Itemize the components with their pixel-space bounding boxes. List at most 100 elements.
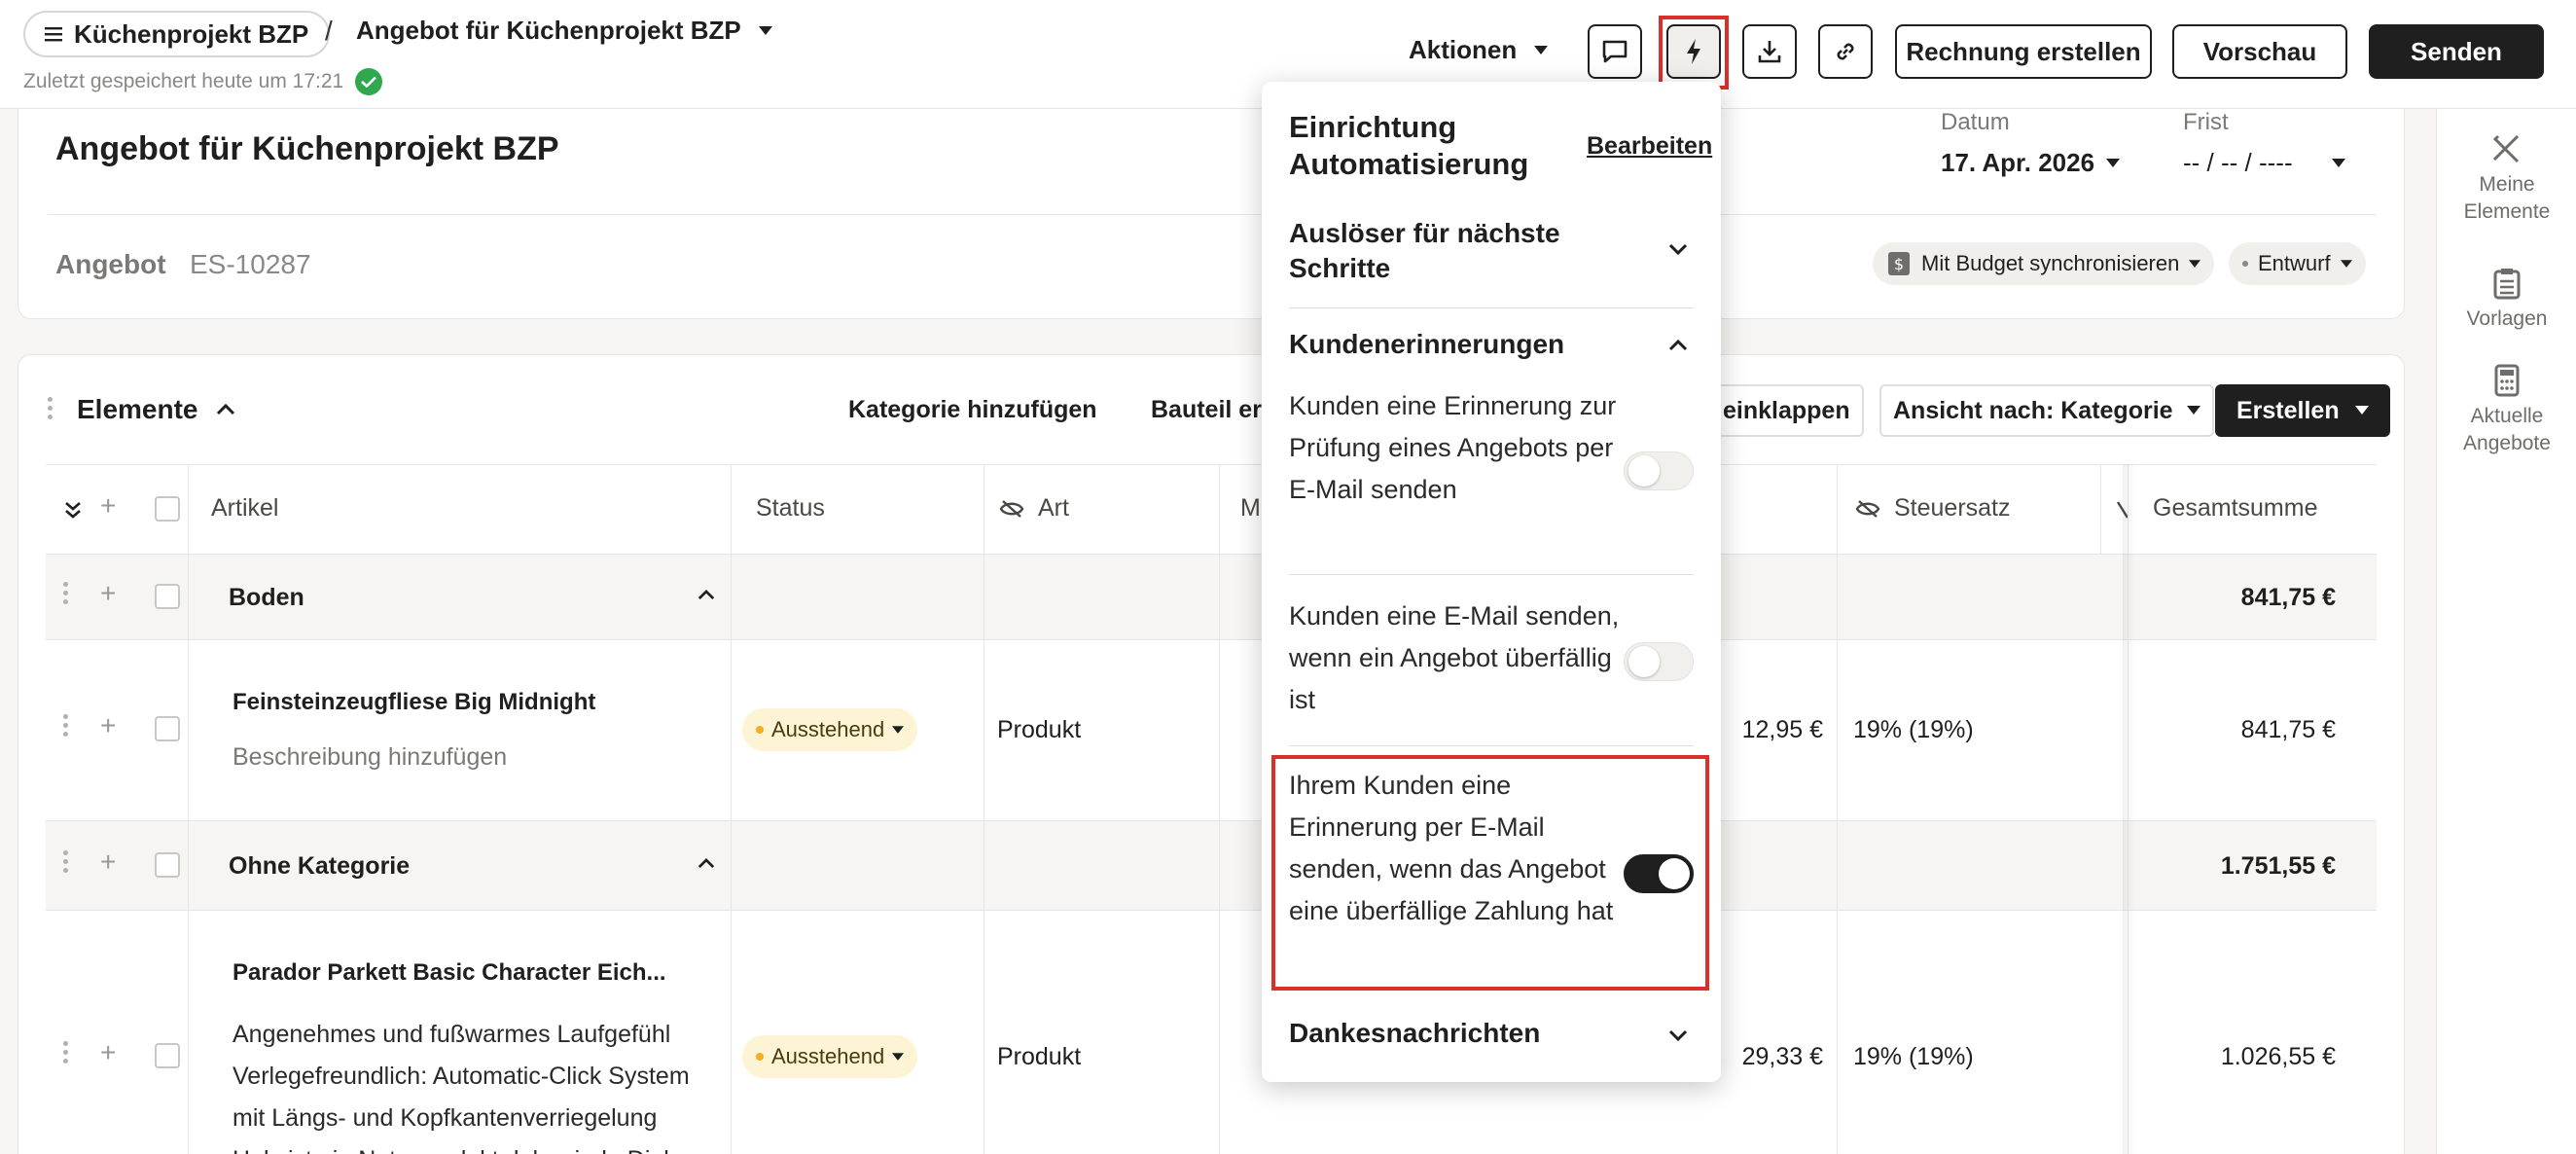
ruler-pencil-icon <box>2492 134 2520 163</box>
row-checkbox[interactable] <box>155 716 180 741</box>
col-divider <box>188 640 189 820</box>
item-total: 1.026,55 € <box>2220 1043 2336 1070</box>
row-checkbox[interactable] <box>155 1043 180 1068</box>
table-row[interactable]: + Feinsteinzeugfliese Big Midnight Besch… <box>46 639 2377 820</box>
col-divider <box>1219 911 1220 1154</box>
item-type: Produkt <box>997 716 1082 743</box>
chevron-down-icon[interactable] <box>1668 1029 1688 1041</box>
send-button[interactable]: Senden <box>2369 24 2544 79</box>
calculator-icon <box>2494 364 2520 397</box>
caret-down-icon <box>2340 259 2352 268</box>
col-divider <box>188 555 189 639</box>
drag-handle-icon[interactable] <box>63 1041 77 1067</box>
drag-handle-icon[interactable] <box>63 850 77 877</box>
caret-down-icon <box>2186 406 2200 415</box>
section-thanks[interactable]: Dankesnachrichten <box>1289 1016 1649 1051</box>
status-badge[interactable]: Ausstehend <box>742 1035 918 1078</box>
col-divider <box>1837 911 1838 1154</box>
reminder-review-label: Kunden eine Erinnerung zur Prüfung eines… <box>1289 391 1617 504</box>
comment-icon <box>1602 40 1628 63</box>
item-name[interactable]: Parador Parkett Basic Character Eich... <box>233 959 666 987</box>
divider <box>48 214 2377 215</box>
status-dot <box>2242 261 2248 267</box>
document-type: Angebot <box>55 249 166 279</box>
col-divider <box>731 911 732 1154</box>
category-row[interactable]: + Boden 841,75 € <box>46 554 2377 639</box>
section-reminders[interactable]: Kundenerinnerungen <box>1289 327 1649 362</box>
document-number: ES-10287 <box>190 249 311 279</box>
section-triggers[interactable]: Auslöser für nächste Schritte <box>1289 216 1649 286</box>
drag-handle-icon[interactable] <box>63 714 77 740</box>
due-value: -- / -- / ---- <box>2183 148 2345 178</box>
budget-sync-dropdown[interactable]: $ Mit Budget synchronisieren <box>1873 242 2215 285</box>
create-invoice-button[interactable]: Rechnung erstellen <box>1895 24 2152 79</box>
status-dropdown[interactable]: Entwurf <box>2229 242 2366 285</box>
view-by-dropdown[interactable]: Ansicht nach: Kategorie <box>1879 384 2214 437</box>
project-name: Küchenprojekt BZP <box>74 18 309 49</box>
rail-templates[interactable]: Vorlagen <box>2437 267 2576 333</box>
caret-down-icon <box>2354 406 2369 415</box>
category-name: Ohne Kategorie <box>229 852 411 880</box>
item-name[interactable]: Feinsteinzeugfliese Big Midnight <box>233 689 595 716</box>
add-part-button[interactable]: Bauteil ers <box>1151 396 1275 424</box>
add-row-icon[interactable]: + <box>100 710 116 741</box>
chevron-up-icon <box>216 404 234 415</box>
preview-button[interactable]: Vorschau <box>2172 24 2347 79</box>
reminder-overdue-toggle[interactable] <box>1624 642 1694 681</box>
item-type: Produkt <box>997 1043 1082 1070</box>
add-row-icon[interactable]: + <box>100 578 116 609</box>
table-row[interactable]: + Parador Parkett Basic Character Eich..… <box>46 910 2377 1154</box>
col-divider <box>1837 555 1838 639</box>
copy-link-button[interactable] <box>1818 24 1873 79</box>
collapse-button[interactable]: einklappen <box>1711 384 1864 437</box>
drag-handle-icon[interactable] <box>63 582 77 608</box>
add-row-icon[interactable]: + <box>100 847 116 878</box>
edit-link[interactable]: Bearbeiten <box>1587 132 1712 161</box>
project-breadcrumb[interactable]: Küchenprojekt BZP <box>23 11 331 57</box>
status-dot <box>756 726 764 734</box>
item-description[interactable]: Beschreibung hinzufügen <box>233 743 507 772</box>
divider <box>1289 574 1694 575</box>
category-name: Boden <box>229 584 304 611</box>
col-divider <box>731 465 732 554</box>
reminder-review-toggle[interactable] <box>1624 451 1694 490</box>
row-checkbox[interactable] <box>155 852 180 878</box>
download-button[interactable] <box>1742 24 1797 79</box>
date-label: Datum <box>1941 109 2010 135</box>
category-row[interactable]: + Ohne Kategorie 1.751,55 € <box>46 820 2377 910</box>
chevron-down-icon[interactable] <box>1668 243 1688 255</box>
document-header-card: Angebot für Küchenprojekt BZP Datum 17. … <box>18 109 2405 319</box>
item-tax: 19% (19%) <box>1853 716 1974 743</box>
col-divider <box>1837 821 1838 910</box>
col-divider <box>1837 465 1838 554</box>
rail-recent-quotes[interactable]: Aktuelle Angebote <box>2437 364 2576 457</box>
chevron-up-icon[interactable] <box>1668 340 1688 351</box>
rail-my-elements[interactable]: Meine Elemente <box>2437 132 2576 226</box>
reminder-overdue-label: Kunden eine E-Mail senden, wenn ein Ange… <box>1289 601 1620 714</box>
document-title-dropdown[interactable]: Angebot für Küchenprojekt BZP <box>356 16 772 46</box>
expand-all-icon[interactable] <box>63 500 83 520</box>
status-badge[interactable]: Ausstehend <box>742 708 918 751</box>
actions-menu[interactable]: Aktionen <box>1409 35 1549 65</box>
select-all-checkbox[interactable] <box>155 496 180 522</box>
link-icon <box>1837 43 1854 60</box>
chevron-up-icon[interactable] <box>698 858 715 869</box>
row-checkbox[interactable] <box>155 584 180 609</box>
eye-off-icon <box>999 499 1024 518</box>
divider <box>1289 745 1694 746</box>
add-category-button[interactable]: Kategorie hinzufügen <box>848 396 1097 424</box>
add-row-icon[interactable]: + <box>100 1037 116 1068</box>
caret-down-icon <box>2106 158 2121 167</box>
date-value: 17. Apr. 2026 <box>1941 148 2121 178</box>
caret-down-icon <box>1534 45 1549 54</box>
svg-text:$: $ <box>1894 255 1904 273</box>
create-dropdown-button[interactable]: Erstellen <box>2215 384 2390 437</box>
chevron-up-icon[interactable] <box>698 590 715 600</box>
item-description[interactable]: Angenehmes und fußwarmes Laufgefühl Verl… <box>233 1014 710 1154</box>
caret-down-icon <box>2189 259 2201 268</box>
elements-section-header[interactable]: Elemente <box>48 394 235 425</box>
add-row-icon[interactable]: + <box>100 490 116 522</box>
table-header: + Artikel Status Art Me Steuersatz Gesam… <box>46 464 2377 554</box>
clipboard-icon <box>2493 269 2521 300</box>
comment-button[interactable] <box>1588 24 1642 79</box>
